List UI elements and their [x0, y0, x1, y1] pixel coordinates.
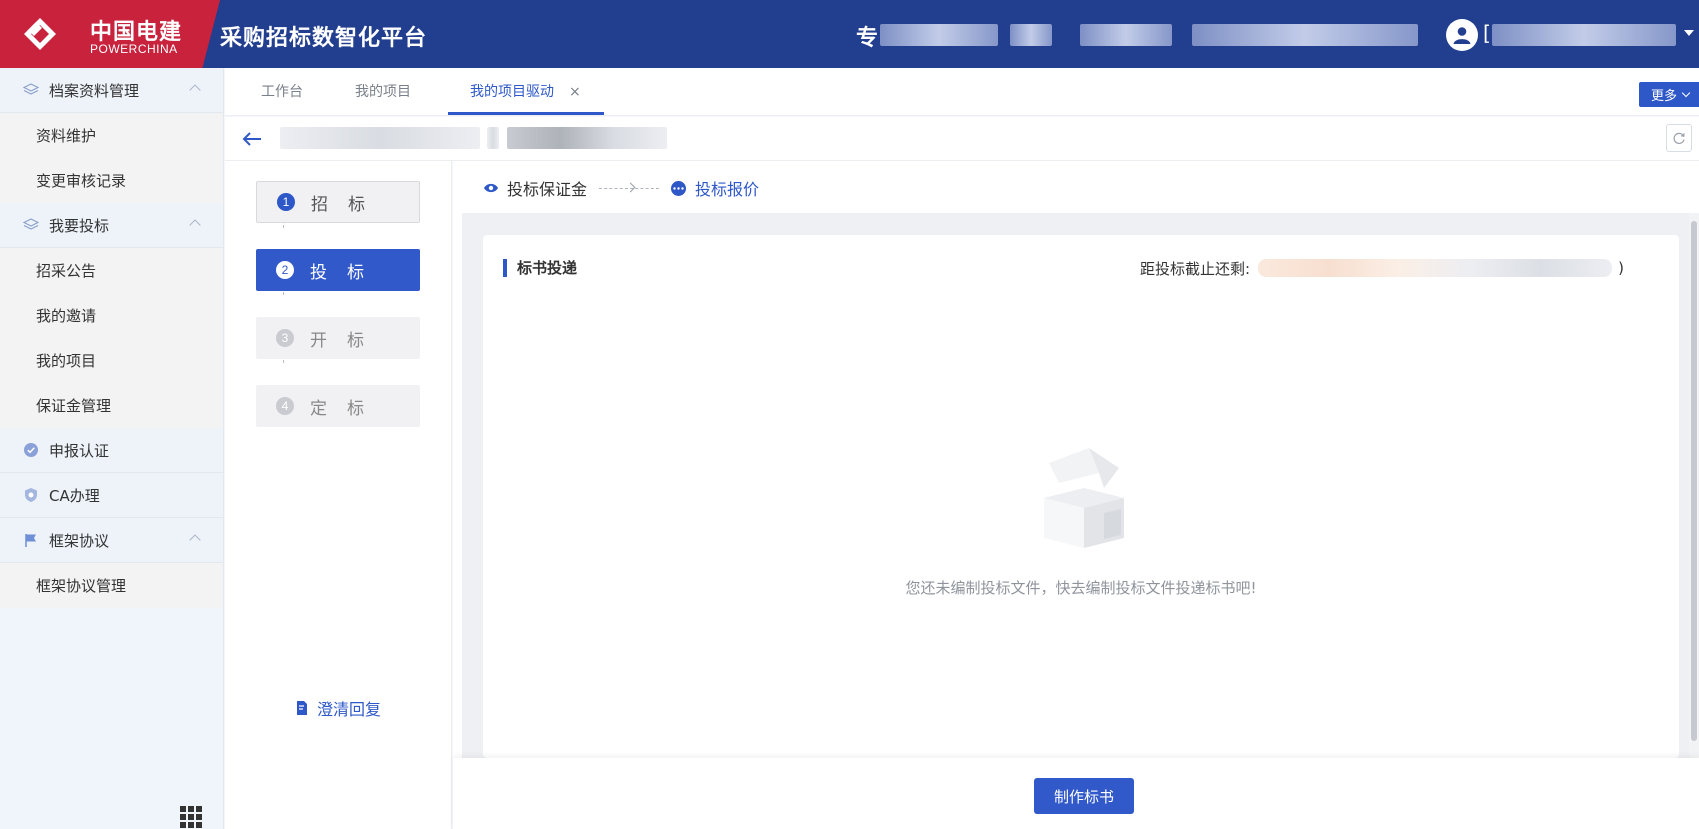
- tab-workbench[interactable]: 工作台: [261, 68, 303, 116]
- more-label: 更多: [1651, 89, 1678, 104]
- apps-grid-icon[interactable]: [180, 806, 202, 828]
- substep-label: 投标报价: [695, 180, 760, 199]
- chevron-up-icon: [189, 84, 201, 96]
- eye-icon: [484, 183, 498, 193]
- back-arrow-icon[interactable]: [241, 129, 263, 149]
- logo-block[interactable]: 中国电建 POWERCHINA: [0, 0, 220, 68]
- bid-stages-panel: 1 招标 2 投标 3 开标 4 定标 澄清回复: [225, 161, 452, 829]
- sidebar-item-change-audit[interactable]: 变更审核记录: [0, 158, 223, 203]
- sidebar-item-announcements[interactable]: 招采公告: [0, 248, 223, 293]
- user-avatar[interactable]: [1446, 19, 1478, 51]
- stage-tender[interactable]: 1 招标: [256, 181, 420, 223]
- platform-title: 采购招标数智化平台: [220, 26, 428, 51]
- user-icon: [1453, 27, 1471, 44]
- sub-steps: 投标保证金 投标报价: [483, 171, 759, 205]
- project-name-redacted-2: [487, 127, 499, 149]
- more-tabs-button[interactable]: 更多: [1639, 82, 1699, 107]
- card-title: 标书投递: [503, 259, 577, 277]
- chevron-down-icon: [1681, 88, 1691, 97]
- deadline-label: 距投标截止还剩:: [1140, 259, 1251, 278]
- stage-label: 开标: [310, 330, 384, 351]
- layers-icon: [22, 81, 40, 99]
- stage-label: 招标: [311, 194, 385, 215]
- sidebar-group-label: 框架协议: [49, 531, 110, 550]
- powerchina-logo-icon: [24, 18, 56, 50]
- clarify-reply-link[interactable]: 澄清回复: [295, 696, 381, 720]
- org-name-redacted-3: [1080, 24, 1172, 46]
- clarify-reply-label: 澄清回复: [317, 700, 382, 719]
- bid-delivery-card: 标书投递 距投标截止还剩: ) 您还未编制投标文件，快去编制投标文件投递标书吧!: [483, 235, 1679, 758]
- refresh-button[interactable]: [1666, 124, 1692, 152]
- content-area: 标书投递 距投标截止还剩: ) 您还未编制投标文件，快去编制投标文件投递标书吧!: [462, 213, 1695, 758]
- stage-opening[interactable]: 3 开标: [256, 317, 420, 359]
- stage-award[interactable]: 4 定标: [256, 385, 420, 427]
- sidebar-item-framework-management[interactable]: 框架协议管理: [0, 563, 223, 608]
- sidebar-item-deposit[interactable]: 保证金管理: [0, 383, 223, 428]
- action-footer: 制作标书: [453, 758, 1699, 829]
- stage-label: 投标: [310, 262, 384, 283]
- dotted-arrow-icon: [599, 182, 660, 193]
- chevron-up-icon: [189, 534, 201, 546]
- org-name-redacted: [880, 24, 998, 46]
- make-bid-document-button[interactable]: 制作标书: [1034, 778, 1134, 814]
- verified-badge-icon: [22, 441, 40, 459]
- empty-state-message: 您还未编制投标文件，快去编制投标文件投递标书吧!: [905, 579, 1257, 597]
- chevron-up-icon: [189, 219, 201, 231]
- tab-project-driver[interactable]: 我的项目驱动: [470, 68, 554, 116]
- org-name: 专: [856, 26, 879, 51]
- stage-number: 2: [276, 261, 294, 279]
- project-name-redacted-3: [507, 127, 667, 149]
- main-content: 投标保证金 投标报价 标书投递 距投标截止还剩: ) 您还未编制投标文件，快去编…: [453, 161, 1699, 829]
- sidebar-group-label: 我要投标: [49, 216, 110, 235]
- sidebar-group-archive[interactable]: 档案资料管理: [0, 68, 223, 113]
- org-name-redacted-4: [1192, 24, 1418, 46]
- deadline-suffix: ): [1618, 259, 1624, 277]
- user-menu-caret-icon[interactable]: [1684, 30, 1694, 36]
- substep-deposit[interactable]: 投标保证金: [483, 176, 587, 200]
- sidebar-group-label: CA办理: [49, 486, 100, 505]
- stage-number: 4: [276, 397, 294, 415]
- sidebar-group-certification[interactable]: 申报认证: [0, 428, 223, 473]
- logo-text-en: POWERCHINA: [90, 42, 178, 56]
- refresh-icon: [1673, 132, 1685, 144]
- layers-icon: [22, 216, 40, 234]
- sidebar-group-ca[interactable]: CA办理: [0, 473, 223, 518]
- stage-label: 定标: [310, 398, 384, 419]
- empty-box-icon: [1044, 448, 1124, 548]
- tab-close-icon[interactable]: ×: [569, 84, 581, 100]
- sidebar-item-invitations[interactable]: 我的邀请: [0, 293, 223, 338]
- top-header: 中国电建 POWERCHINA 采购招标数智化平台 专 [: [0, 0, 1699, 68]
- sidebar-group-label: 申报认证: [49, 441, 110, 460]
- stage-bid[interactable]: 2 投标: [256, 249, 420, 291]
- sidebar-item-data-maintenance[interactable]: 资料维护: [0, 113, 223, 158]
- sidebar-group-bidding[interactable]: 我要投标: [0, 203, 223, 248]
- tab-my-projects[interactable]: 我的项目: [355, 68, 411, 116]
- sidebar-group-label: 档案资料管理: [49, 81, 140, 100]
- deadline-value-redacted: [1258, 259, 1613, 277]
- user-name-redacted[interactable]: [1492, 24, 1676, 46]
- scrollbar-thumb[interactable]: [1691, 221, 1697, 741]
- tabs-bar: 工作台 我的项目 我的项目驱动 ×: [225, 68, 1699, 116]
- sidebar-item-my-projects[interactable]: 我的项目: [0, 338, 223, 383]
- project-name-redacted: [280, 127, 480, 149]
- active-tab-indicator: [448, 112, 604, 115]
- more-dots-icon: [671, 180, 687, 196]
- substep-label: 投标保证金: [507, 180, 588, 199]
- project-title-row: [225, 117, 1699, 161]
- sidebar-group-framework[interactable]: 框架协议: [0, 518, 223, 563]
- shield-icon: [22, 486, 40, 504]
- org-name-redacted-2: [1010, 24, 1052, 46]
- deadline-countdown: 距投标截止还剩: ): [1140, 259, 1624, 278]
- sidebar: 档案资料管理 资料维护 变更审核记录 我要投标 招采公告 我的邀请 我的项目 保…: [0, 68, 224, 829]
- flag-icon: [22, 531, 40, 549]
- edit-doc-icon: [297, 701, 307, 715]
- substep-quote[interactable]: 投标报价: [671, 176, 759, 200]
- stage-number: 3: [276, 329, 294, 347]
- stage-number: 1: [277, 193, 295, 211]
- user-name-partial: [: [1483, 21, 1491, 45]
